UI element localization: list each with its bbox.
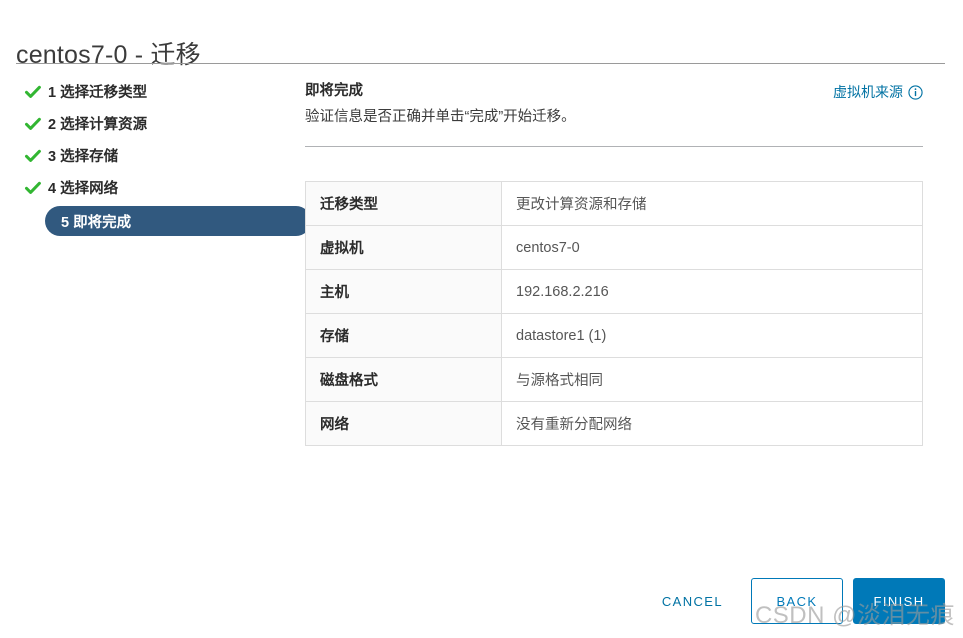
row-value: datastore1 (1) bbox=[502, 314, 923, 358]
title-divider bbox=[16, 63, 945, 64]
vm-source-link-label: 虚拟机来源 bbox=[833, 82, 903, 102]
sidebar-step-3[interactable]: 3 选择存储 bbox=[16, 142, 284, 169]
summary-table: 迁移类型 更改计算资源和存储 虚拟机 centos7-0 主机 192.168.… bbox=[305, 181, 923, 446]
row-label: 磁盘格式 bbox=[306, 358, 502, 402]
table-row: 虚拟机 centos7-0 bbox=[306, 226, 923, 270]
summary-panel: 即将完成 验证信息是否正确并单击“完成”开始迁移。 虚拟机来源 迁移类型 更改计… bbox=[305, 82, 923, 446]
panel-header: 即将完成 验证信息是否正确并单击“完成”开始迁移。 虚拟机来源 bbox=[305, 82, 923, 134]
row-value: 更改计算资源和存储 bbox=[502, 182, 923, 226]
info-circle-icon bbox=[908, 85, 923, 100]
sidebar-step-4[interactable]: 4 选择网络 bbox=[16, 174, 284, 201]
table-row: 网络 没有重新分配网络 bbox=[306, 402, 923, 446]
sidebar-step-1[interactable]: 1 选择迁移类型 bbox=[16, 78, 284, 105]
cancel-button[interactable]: CANCEL bbox=[644, 583, 741, 619]
row-label: 主机 bbox=[306, 270, 502, 314]
check-icon bbox=[24, 147, 42, 165]
sidebar-step-2-label: 2 选择计算资源 bbox=[48, 113, 147, 134]
back-button[interactable]: BACK bbox=[751, 578, 843, 624]
sidebar-step-2[interactable]: 2 选择计算资源 bbox=[16, 110, 284, 137]
sidebar-step-4-label: 4 选择网络 bbox=[48, 177, 118, 198]
sidebar-step-5[interactable]: 5 即将完成 bbox=[45, 206, 311, 236]
panel-divider bbox=[305, 146, 923, 147]
check-icon bbox=[24, 179, 42, 197]
panel-subtitle: 验证信息是否正确并单击“完成”开始迁移。 bbox=[305, 108, 923, 126]
table-row: 主机 192.168.2.216 bbox=[306, 270, 923, 314]
row-label: 存储 bbox=[306, 314, 502, 358]
page-title: centos7-0 - 迁移 bbox=[16, 35, 201, 71]
wizard-step-list: 1 选择迁移类型 2 选择计算资源 3 选择存储 4 选择网络 5 即将完成 bbox=[16, 78, 284, 241]
table-row: 磁盘格式 与源格式相同 bbox=[306, 358, 923, 402]
row-label: 虚拟机 bbox=[306, 226, 502, 270]
sidebar-step-5-label: 5 即将完成 bbox=[61, 211, 131, 232]
panel-heading: 即将完成 bbox=[305, 82, 923, 100]
check-icon bbox=[24, 115, 42, 133]
row-label: 迁移类型 bbox=[306, 182, 502, 226]
sidebar-step-1-label: 1 选择迁移类型 bbox=[48, 81, 147, 102]
table-row: 迁移类型 更改计算资源和存储 bbox=[306, 182, 923, 226]
row-value: 没有重新分配网络 bbox=[502, 402, 923, 446]
table-row: 存储 datastore1 (1) bbox=[306, 314, 923, 358]
vm-source-link[interactable]: 虚拟机来源 bbox=[833, 82, 923, 102]
row-value: centos7-0 bbox=[502, 226, 923, 270]
sidebar-step-3-label: 3 选择存储 bbox=[48, 145, 118, 166]
wizard-footer: CANCEL BACK FINISH bbox=[0, 578, 963, 624]
row-label: 网络 bbox=[306, 402, 502, 446]
row-value: 与源格式相同 bbox=[502, 358, 923, 402]
check-icon bbox=[24, 83, 42, 101]
finish-button[interactable]: FINISH bbox=[853, 578, 945, 624]
row-value: 192.168.2.216 bbox=[502, 270, 923, 314]
